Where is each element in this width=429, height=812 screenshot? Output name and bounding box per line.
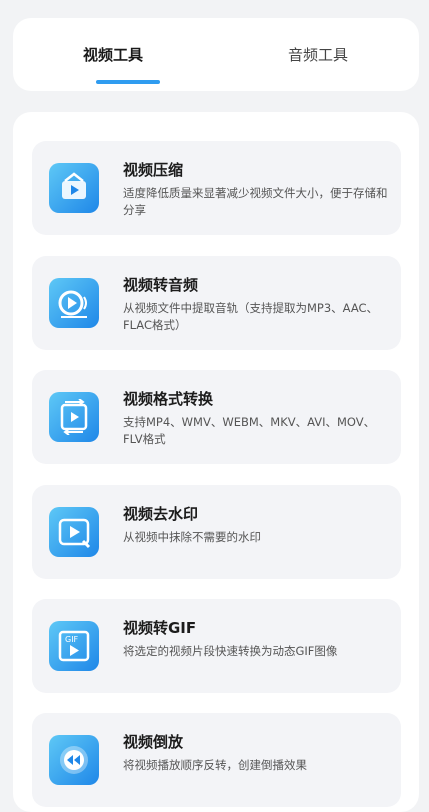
compress-icon [49, 163, 99, 213]
tool-title: 视频倒放 [123, 733, 184, 751]
tab-bar: 视频工具 音频工具 [13, 18, 419, 91]
tool-description: 从视频中抹除不需要的水印 [123, 530, 261, 544]
tool-card-video-reverse[interactable]: 视频倒放 将视频播放顺序反转，创建倒播效果 [32, 713, 401, 807]
tool-title: 视频去水印 [123, 505, 199, 523]
tool-title: 视频压缩 [123, 161, 184, 179]
gif-icon-text: GIF [65, 635, 79, 644]
tool-title: 视频转GIF [123, 619, 197, 637]
tab-video-tools[interactable]: 视频工具 [83, 44, 143, 65]
tool-description: 适度降低质量来显著减少视频文件大小，便于存储和分享 [123, 186, 388, 217]
tool-description: 从视频文件中提取音轨（支持提取为MP3、AAC、FLAC格式） [123, 301, 379, 332]
tool-description: 将选定的视频片段快速转换为动态GIF图像 [123, 644, 338, 658]
watermark-remove-icon [49, 507, 99, 557]
gif-icon: GIF [49, 621, 99, 671]
video-to-audio-icon [49, 278, 99, 328]
active-tab-indicator [96, 80, 160, 84]
reverse-icon [49, 735, 99, 785]
tab-audio-tools[interactable]: 音频工具 [288, 44, 348, 65]
tool-card-format-convert[interactable]: 视频格式转换 支持MP4、WMV、WEBM、MKV、AVI、MOV、FLV格式 [32, 370, 401, 464]
tool-card-video-to-audio[interactable]: 视频转音频 从视频文件中提取音轨（支持提取为MP3、AAC、FLAC格式） [32, 256, 401, 350]
tool-description: 支持MP4、WMV、WEBM、MKV、AVI、MOV、FLV格式 [123, 415, 376, 446]
tool-card-video-compress[interactable]: 视频压缩 适度降低质量来显著减少视频文件大小，便于存储和分享 [32, 141, 401, 235]
tool-title: 视频转音频 [123, 276, 199, 294]
convert-icon [49, 392, 99, 442]
tool-title: 视频格式转换 [123, 390, 214, 408]
tool-description: 将视频播放顺序反转，创建倒播效果 [123, 758, 307, 772]
tool-card-video-to-gif[interactable]: GIF 视频转GIF 将选定的视频片段快速转换为动态GIF图像 [32, 599, 401, 693]
tool-card-watermark-remove[interactable]: 视频去水印 从视频中抹除不需要的水印 [32, 485, 401, 579]
